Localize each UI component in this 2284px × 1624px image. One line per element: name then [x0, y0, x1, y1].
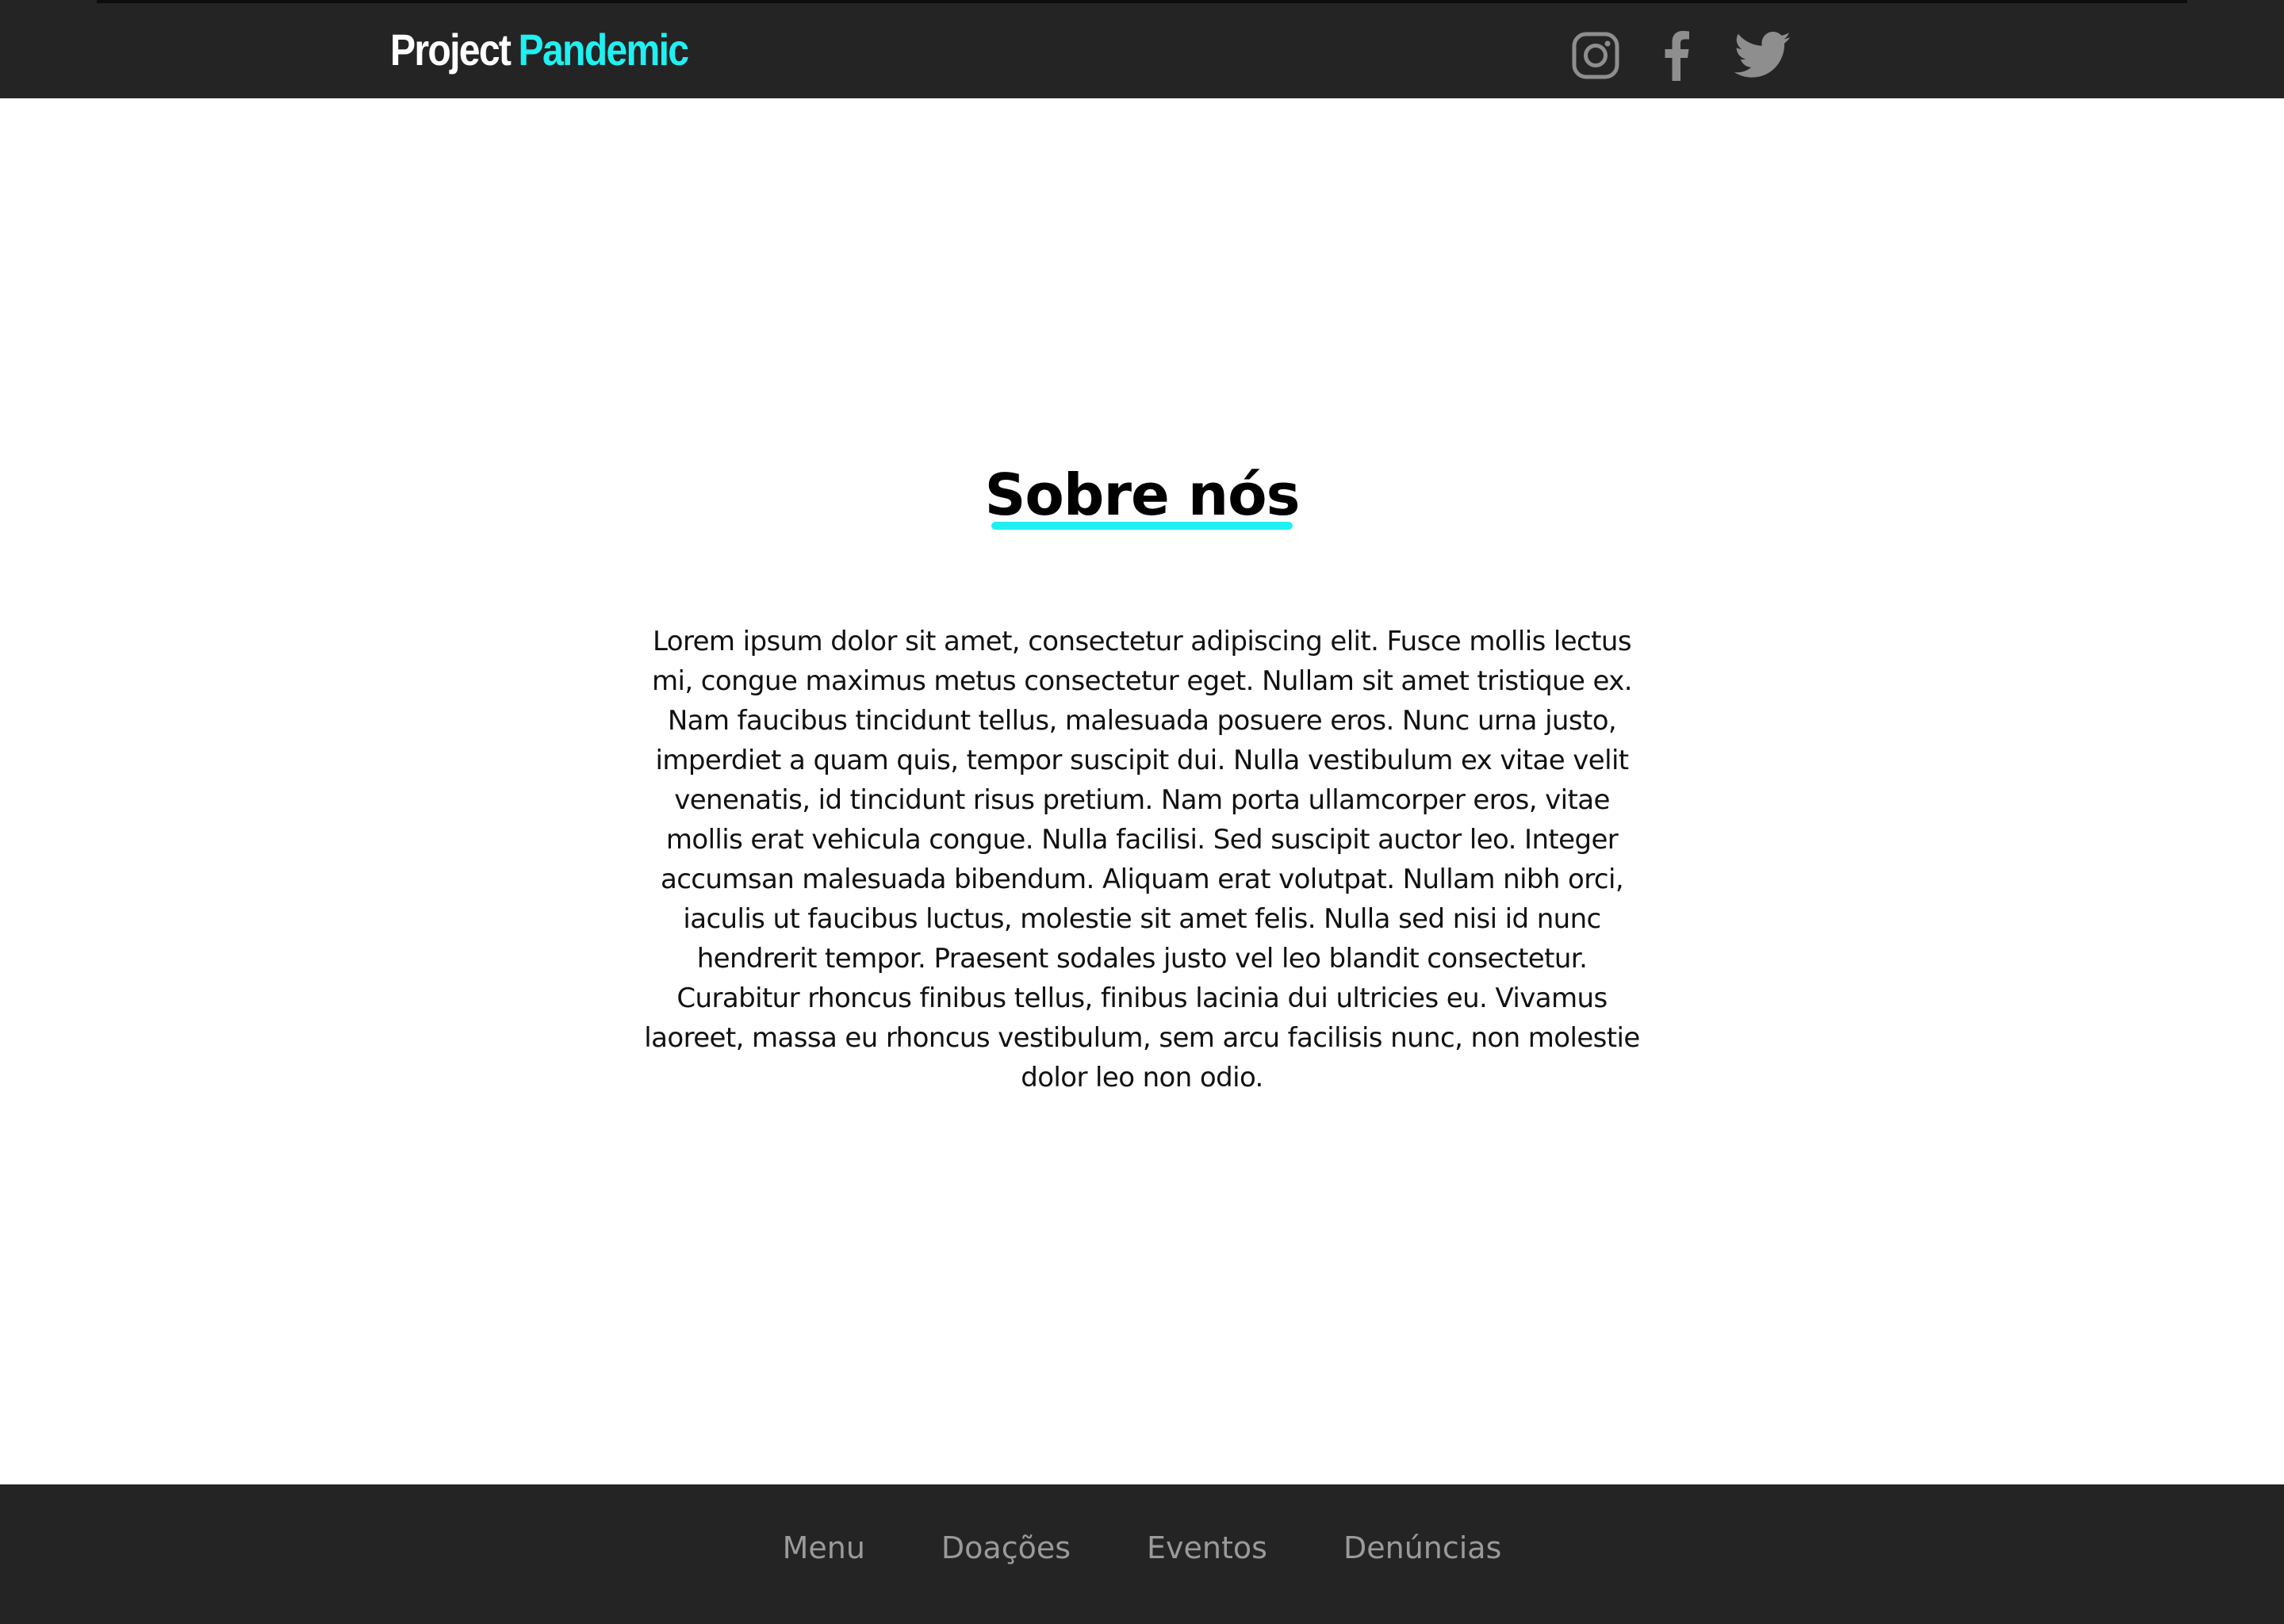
twitter-link[interactable]	[1730, 24, 1795, 87]
footer-nav: Menu Doações Eventos Denúncias	[0, 1532, 2284, 1564]
logo-text-pandemic: Pandemic	[518, 24, 689, 75]
twitter-icon	[1734, 32, 1791, 78]
site-logo[interactable]: Project Pandemic	[390, 17, 689, 81]
instagram-icon	[1572, 32, 1619, 79]
facebook-link[interactable]	[1656, 24, 1697, 87]
page: Project Pandemic Sobre nós Lorem ipsum d…	[0, 0, 2284, 1624]
footer-link-menu[interactable]: Menu	[783, 1532, 865, 1564]
instagram-link[interactable]	[1567, 24, 1624, 87]
logo-text-project: Project	[390, 24, 512, 75]
title-underline	[991, 522, 1293, 530]
header-top-line	[97, 0, 2187, 3]
footer-link-doacoes[interactable]: Doações	[941, 1532, 1071, 1564]
facebook-icon	[1665, 31, 1689, 81]
site-header: Project Pandemic	[0, 0, 2284, 98]
footer-link-denuncias[interactable]: Denúncias	[1343, 1532, 1501, 1564]
site-footer: Menu Doações Eventos Denúncias	[0, 1484, 2284, 1624]
about-paragraph: Lorem ipsum dolor sit amet, consectetur …	[644, 626, 1640, 1094]
footer-link-eventos[interactable]: Eventos	[1147, 1532, 1267, 1564]
